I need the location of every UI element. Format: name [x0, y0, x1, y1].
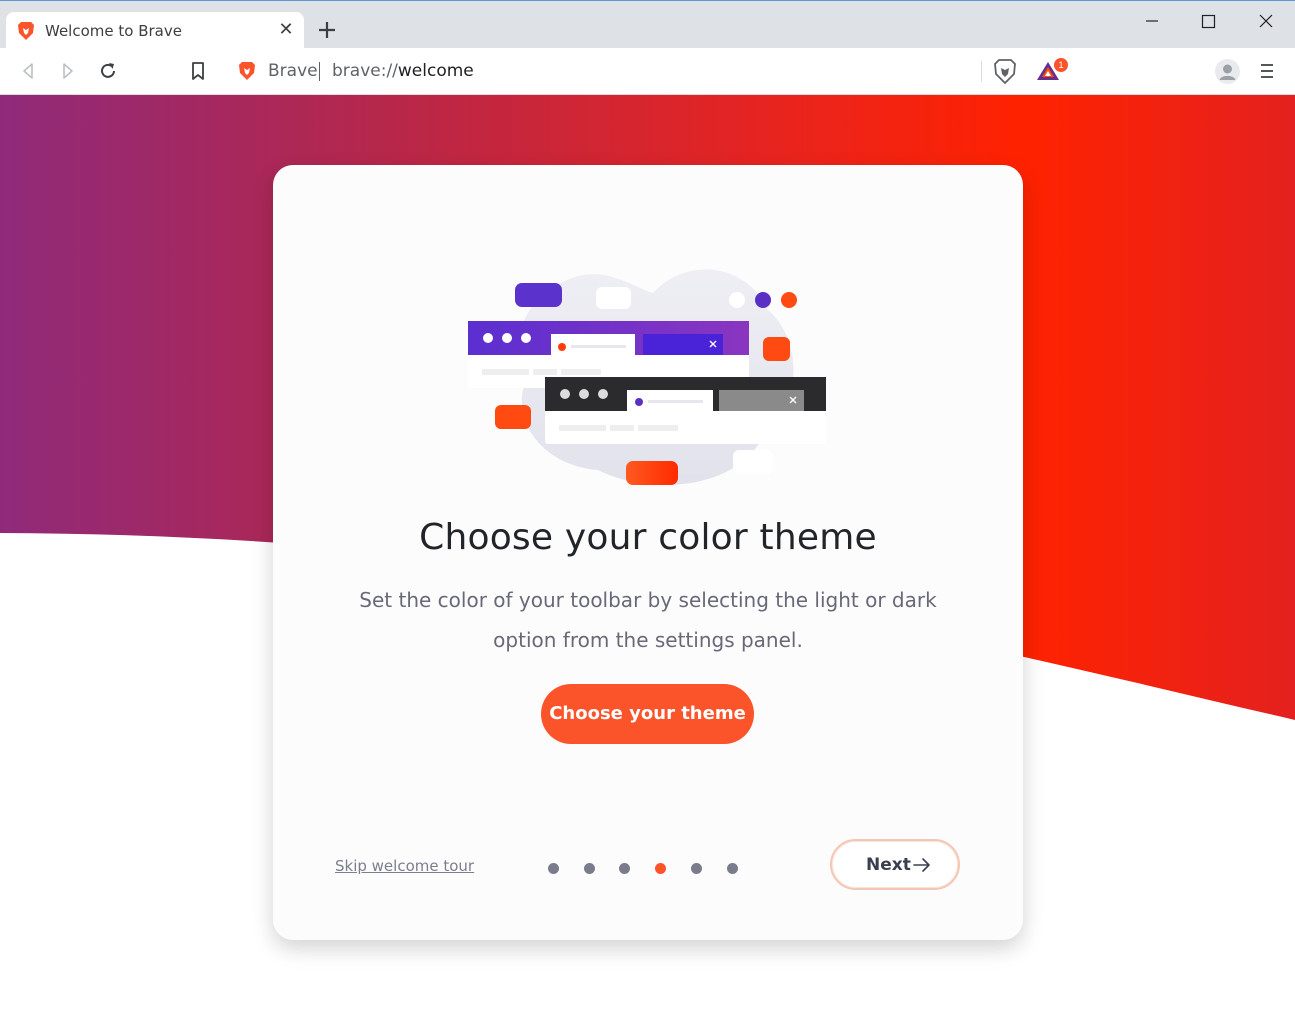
welcome-page: Choose your color theme Set the color of… [0, 95, 1295, 1009]
tab-welcome[interactable]: Welcome to Brave ✕ [6, 12, 304, 49]
pager-dot[interactable] [691, 863, 702, 874]
tab-strip: Welcome to Brave ✕ [0, 0, 1295, 49]
arrow-right-icon [913, 858, 930, 872]
close-icon[interactable]: ✕ [276, 19, 296, 39]
avatar-icon[interactable] [1215, 59, 1240, 84]
url-path: welcome [397, 61, 474, 81]
omnibox-divider [981, 61, 982, 82]
theme-illustration [468, 269, 826, 485]
pager-dot[interactable] [584, 863, 595, 874]
forward-icon[interactable] [57, 60, 79, 82]
minimize-icon[interactable] [1140, 9, 1164, 33]
brave-lion-icon [18, 22, 34, 40]
site-label: Brave [268, 61, 318, 81]
page-title: Choose your color theme [419, 517, 877, 558]
pager-dot-active[interactable] [655, 863, 666, 874]
shields-icon[interactable] [994, 59, 1016, 84]
url-text[interactable]: brave://welcome [332, 61, 474, 81]
pager-dot[interactable] [548, 863, 559, 874]
maximize-icon[interactable] [1196, 9, 1220, 33]
address-bar[interactable]: Brave brave://welcome 1 [226, 54, 1070, 89]
page-description: Set the color of your toolbar by selecti… [359, 588, 937, 652]
url-scheme: brave:// [332, 61, 398, 81]
site-separator [319, 62, 320, 81]
pager-dot[interactable] [619, 863, 630, 874]
choose-theme-button[interactable]: Choose your theme [541, 684, 754, 744]
skip-tour-link[interactable]: Skip welcome tour [335, 857, 474, 875]
reload-icon[interactable] [97, 60, 119, 82]
welcome-card: Choose your color theme Set the color of… [273, 165, 1023, 940]
plus-icon[interactable] [316, 19, 338, 41]
menu-icon[interactable] [1259, 62, 1275, 80]
close-window-icon[interactable] [1254, 9, 1278, 33]
next-label: Next [866, 855, 911, 875]
rewards-badge: 1 [1054, 58, 1068, 72]
back-icon[interactable] [17, 60, 39, 82]
brave-lion-icon [239, 62, 255, 80]
bookmark-icon[interactable] [187, 60, 209, 82]
next-button[interactable]: Next [830, 839, 960, 890]
tab-title: Welcome to Brave [45, 22, 182, 40]
pager-dot[interactable] [727, 863, 738, 874]
toolbar: Brave brave://welcome 1 [0, 48, 1295, 95]
